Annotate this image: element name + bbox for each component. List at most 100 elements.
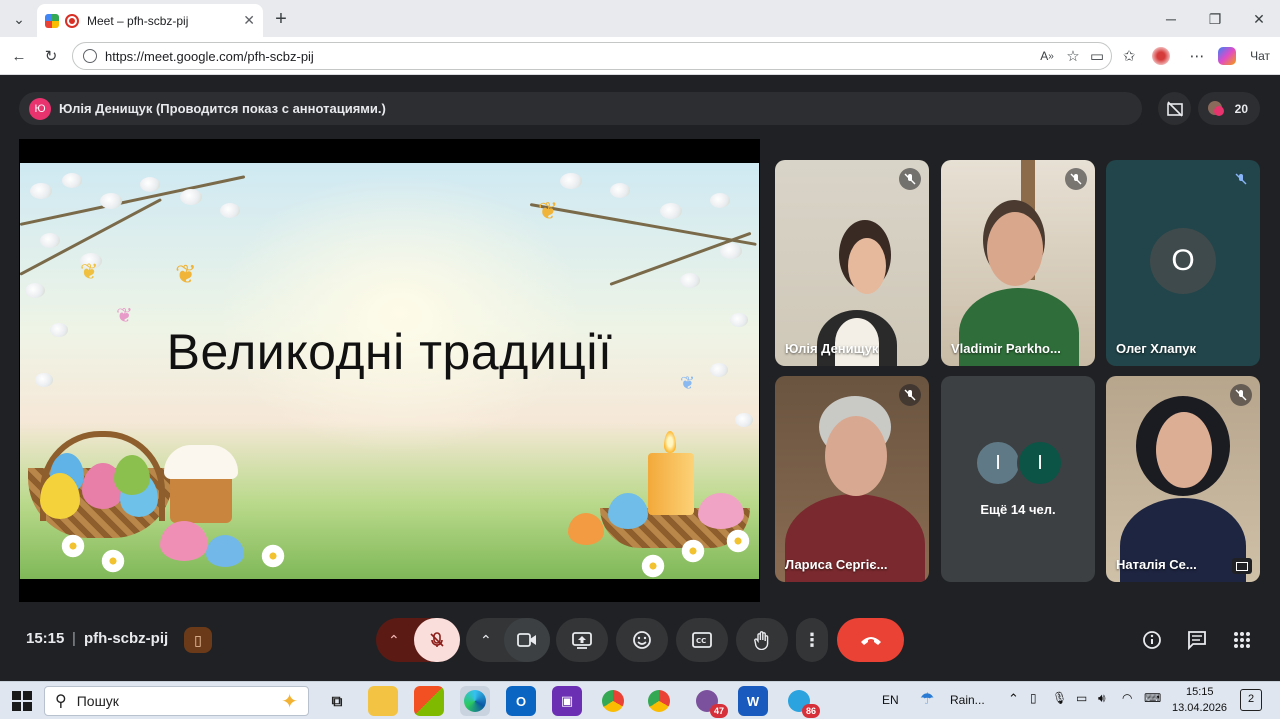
participant-avatar-icon (1214, 106, 1224, 116)
raise-hand-button[interactable] (736, 618, 788, 662)
camera-in-use-icon[interactable]: ▭ (1086, 45, 1108, 67)
meeting-details-button[interactable] (1140, 628, 1164, 652)
mic-tray-icon[interactable]: 🎙︎ (1052, 691, 1067, 705)
more-options-button[interactable]: ⋮ (796, 618, 828, 662)
camera-options-chevron-icon[interactable]: ⌃ (480, 632, 492, 649)
chrome-icon[interactable] (644, 686, 674, 716)
profile-avatar-icon[interactable] (1150, 45, 1172, 67)
task-view-icon[interactable]: ⧉ (322, 686, 352, 716)
save-floppy-icon[interactable]: ▣ (552, 686, 582, 716)
participant-name: Наталія Се... (1116, 557, 1197, 572)
clock-date[interactable]: 13.04.2026 (1172, 702, 1227, 714)
site-info-icon[interactable] (83, 49, 97, 63)
maximize-icon[interactable]: ❐ (1202, 6, 1228, 32)
apps-grid-icon (1234, 632, 1250, 648)
leave-call-button[interactable] (837, 618, 904, 662)
star-favorite-icon[interactable]: ☆ (1062, 45, 1084, 67)
sparkle-icon: ✦ (281, 690, 298, 713)
language-indicator[interactable]: EN (882, 693, 899, 707)
weather-icon[interactable]: ☂ (920, 689, 934, 709)
present-screen-icon (572, 632, 592, 649)
raise-hand-icon (754, 631, 769, 650)
windows-taskbar: ⚲ Пошук ✦ ⧉ O ▣ 47 W 86 EN ☂ Rain... ⌃ ▯… (0, 681, 1280, 719)
mic-off-icon (1230, 384, 1252, 406)
presenter-banner: Ю Юлія Денищук (Проводится показ с аннот… (19, 92, 1142, 125)
volume-icon[interactable]: 🔊︎ (1098, 691, 1106, 706)
chat-button[interactable] (1185, 628, 1209, 652)
network-icon[interactable]: ▭ (1076, 691, 1087, 705)
participant-count: 20 (1234, 101, 1248, 116)
new-tab-plus-icon[interactable]: + (268, 6, 294, 32)
room-info-icon[interactable]: ▯ (184, 627, 212, 653)
captions-button[interactable]: CC (676, 618, 728, 662)
activities-button[interactable] (1230, 628, 1254, 652)
favorites-icon[interactable]: ✩ (1118, 45, 1140, 67)
clock-time[interactable]: 15:15 (1186, 686, 1214, 698)
back-arrow-icon[interactable]: ← (8, 45, 30, 67)
participant-tile[interactable]: О Олег Хлапук (1106, 160, 1260, 366)
store-icon[interactable] (414, 686, 444, 716)
participant-tile[interactable]: Vladimir Parkho... (941, 160, 1095, 366)
edge-icon[interactable] (460, 686, 490, 716)
willow-branch (20, 175, 246, 226)
participant-tile[interactable]: Лариса Сергіє... (775, 376, 929, 582)
candle-flame (664, 431, 676, 453)
camera-toggle-button[interactable] (504, 618, 550, 662)
hide-presentation-button[interactable] (1158, 92, 1191, 125)
participant-name: Олег Хлапук (1116, 341, 1197, 356)
outlook-icon[interactable]: O (506, 686, 536, 716)
window-close-icon[interactable]: ✕ (1246, 6, 1272, 32)
recording-icon (65, 13, 79, 28)
tray-chevron-icon[interactable]: ⌃ (1008, 691, 1019, 707)
browser-tabstrip: ⌄ Meet – pfh-scbz-pij ✕ + ─ ❐ ✕ (0, 0, 1280, 37)
bread-icing (164, 445, 238, 479)
search-icon: ⚲ (55, 693, 67, 710)
participant-face (987, 212, 1043, 286)
no-video-icon (1166, 100, 1183, 117)
more-participants-tile[interactable]: I I Ещё 14 чел. (941, 376, 1095, 582)
participants-button[interactable]: 20 (1198, 92, 1260, 125)
mic-toggle-button[interactable] (414, 618, 460, 662)
separator: | (72, 630, 76, 647)
browser-tab-meet[interactable]: Meet – pfh-scbz-pij ✕ (37, 4, 263, 37)
participant-tile[interactable]: Юлія Денищук (775, 160, 929, 366)
meeting-time: 15:15 (26, 630, 65, 647)
reactions-button[interactable] (616, 618, 668, 662)
weather-text[interactable]: Rain... (950, 693, 985, 707)
mic-off-icon (899, 384, 921, 406)
minimize-icon[interactable]: ─ (1158, 6, 1184, 32)
keyboard-icon[interactable]: ⌨ (1144, 691, 1161, 705)
chrome-profile-icon[interactable] (598, 686, 628, 716)
participant-name: Лариса Сергіє... (785, 557, 888, 572)
url-field[interactable]: https://meet.google.com/pfh-scbz-pij (72, 42, 1112, 70)
read-aloud-icon[interactable]: A» (1036, 45, 1058, 67)
pip-icon[interactable] (1232, 558, 1252, 574)
reload-icon[interactable]: ↻ (40, 45, 62, 67)
tab-title: Meet – pfh-scbz-pij (87, 13, 189, 28)
file-explorer-icon[interactable] (368, 686, 398, 716)
wifi-icon[interactable]: ◠ (1122, 691, 1132, 705)
end-call-icon (860, 637, 881, 645)
present-screen-button[interactable] (556, 618, 608, 662)
notifications-icon[interactable]: 2 (1240, 689, 1262, 711)
more-menu-icon[interactable]: ⋯ (1186, 45, 1208, 67)
url-text: https://meet.google.com/pfh-scbz-pij (105, 48, 314, 64)
participant-tile[interactable]: Наталія Се... (1106, 376, 1260, 582)
chat-icon (1188, 631, 1206, 650)
windows-start-icon[interactable] (12, 691, 32, 711)
svg-text:CC: CC (696, 637, 706, 645)
presentation-frame: ❦ ❦ ❦ ❦ ❦ Великодні традиції (19, 139, 760, 602)
chat-label: Чат (1250, 49, 1270, 63)
meet-favicon-icon (45, 13, 59, 28)
tab-close-icon[interactable]: ✕ (243, 12, 255, 29)
taskbar-search[interactable]: ⚲ Пошук ✦ (44, 686, 309, 716)
word-icon[interactable]: W (738, 686, 768, 716)
telegram-icon[interactable]: 86 (784, 686, 820, 718)
viber-icon[interactable]: 47 (692, 686, 728, 718)
mic-options-chevron-icon[interactable]: ⌃ (388, 632, 400, 649)
copilot-chat-button[interactable]: Чат (1218, 45, 1270, 67)
meet-tray-icon[interactable]: ▯ (1030, 691, 1037, 705)
tab-list-chevron-icon[interactable]: ⌄ (6, 6, 32, 32)
address-bar-row: ← ↻ https://meet.google.com/pfh-scbz-pij… (0, 37, 1280, 75)
participant-face (825, 416, 887, 496)
